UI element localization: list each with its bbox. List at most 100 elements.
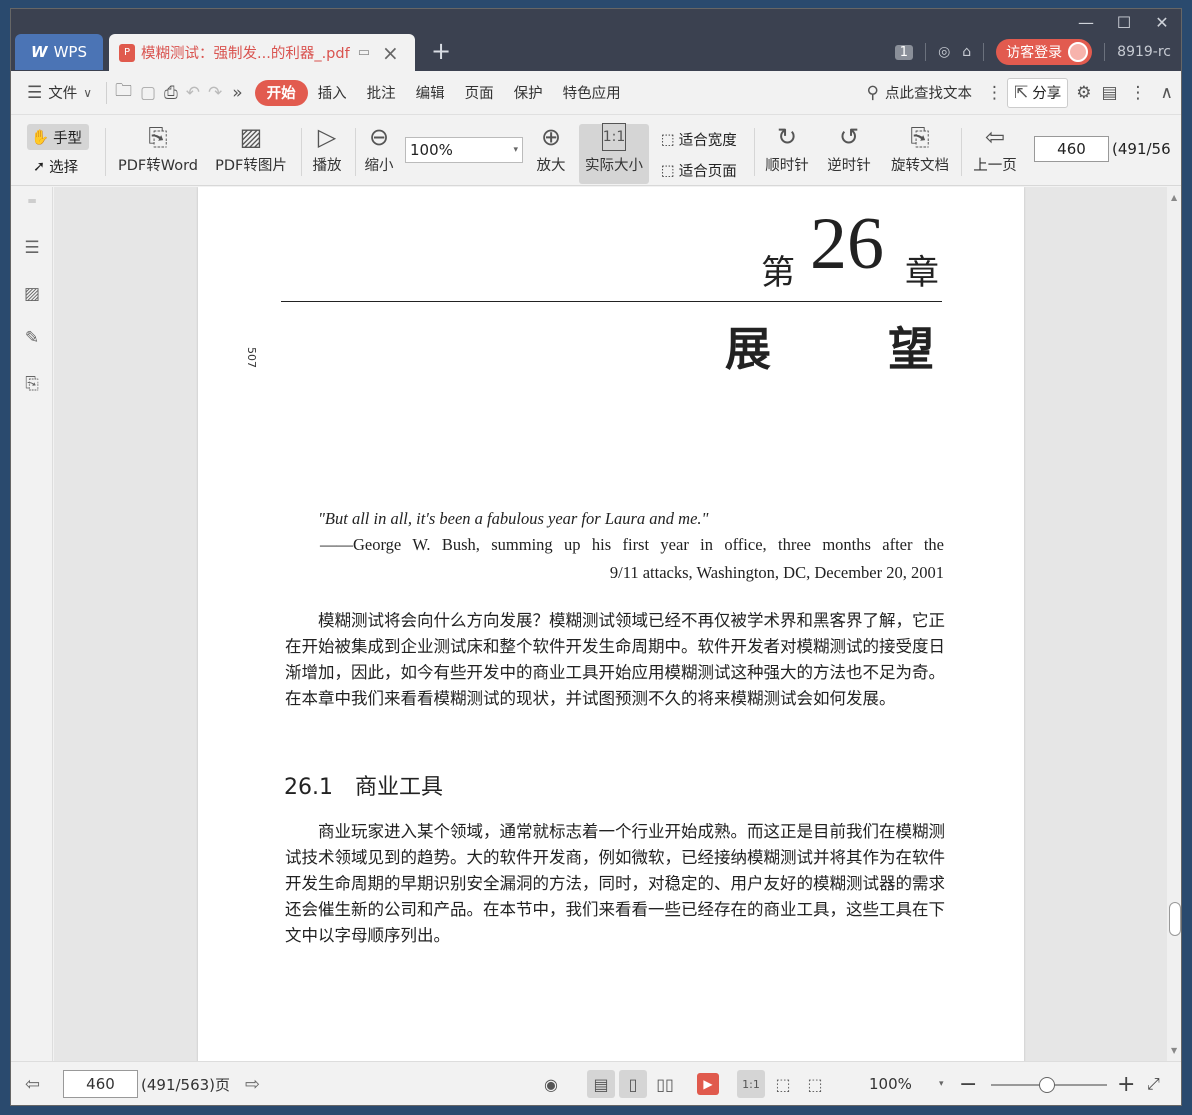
more-vertical-icon[interactable]: ⋮ bbox=[986, 83, 1003, 103]
close-window-icon[interactable]: ✕ bbox=[1143, 9, 1181, 35]
open-folder-icon[interactable]: 🗀 bbox=[111, 78, 136, 108]
fit-width-button[interactable]: ⬚ 适合宽度 bbox=[661, 129, 737, 150]
fit-width-status-icon[interactable]: ⬚ bbox=[801, 1070, 829, 1098]
zoom-level-select[interactable]: 100% ▾ bbox=[405, 137, 523, 163]
fit-page-button[interactable]: ⬚ 适合页面 bbox=[661, 160, 737, 181]
epigraph-attribution-line-2: 9/11 attacks, Washington, DC, December 2… bbox=[609, 563, 944, 582]
rotate-clockwise-button[interactable]: ↻ 顺时针 bbox=[759, 120, 815, 175]
chevron-down-icon: ∨ bbox=[83, 85, 93, 100]
divider bbox=[105, 128, 106, 176]
titlebar-right: 1 ◎ ⌂ 访客登录 8919-rc bbox=[894, 39, 1171, 65]
tab-document[interactable]: P 模糊测试：强制发...的利器_.pdf ▭ × bbox=[109, 34, 415, 71]
print-icon[interactable]: ⎙ bbox=[160, 78, 182, 108]
previous-page-button[interactable]: ⇦ 上一页 bbox=[967, 120, 1023, 175]
minimize-icon[interactable]: — bbox=[1067, 9, 1105, 35]
rotate-document-button[interactable]: ⎘ 旋转文档 bbox=[887, 120, 953, 175]
tab-protect[interactable]: 保护 bbox=[504, 78, 553, 108]
ribbon-toolbar: ✋ 手型 ➚ 选择 ⎘ PDF转Word ▨ PDF转图片 ▷ 播放 ⊖ 缩小 … bbox=[11, 116, 1181, 186]
maximize-icon[interactable]: ☐ bbox=[1105, 9, 1143, 35]
tab-page[interactable]: 页面 bbox=[455, 78, 504, 108]
fit-page-icon: ⬚ bbox=[661, 162, 675, 179]
select-label: 选择 bbox=[49, 160, 79, 176]
tab-wps-home[interactable]: W WPS bbox=[15, 34, 103, 70]
scrollbar-thumb[interactable] bbox=[1169, 902, 1181, 936]
tab-annotate[interactable]: 批注 bbox=[357, 78, 406, 108]
skin-icon[interactable]: ◎ bbox=[938, 44, 950, 60]
panel-handle-icon[interactable]: ═ bbox=[21, 194, 43, 208]
tab-insert[interactable]: 插入 bbox=[308, 78, 357, 108]
zoom-slider-knob[interactable] bbox=[1039, 1077, 1055, 1093]
zoom-in-label: 放大 bbox=[536, 158, 566, 174]
rotate-counterclockwise-button[interactable]: ↺ 逆时针 bbox=[821, 120, 877, 175]
divider bbox=[961, 128, 962, 176]
save-icon[interactable]: ▢ bbox=[136, 78, 160, 108]
close-tab-icon[interactable]: × bbox=[382, 41, 399, 65]
two-page-icon[interactable]: ▯▯ bbox=[651, 1070, 679, 1098]
single-page-icon[interactable]: ▯ bbox=[619, 1070, 647, 1098]
hand-tool-button[interactable]: ✋ 手型 bbox=[27, 124, 89, 150]
more-options-icon[interactable]: ⋮ bbox=[1130, 83, 1147, 103]
signature-icon[interactable]: ⎘ bbox=[21, 373, 43, 395]
status-page-input[interactable]: 460 bbox=[63, 1070, 138, 1098]
divider bbox=[1104, 43, 1106, 61]
chapter-rule bbox=[281, 301, 942, 302]
play-slideshow-icon[interactable]: ▶ bbox=[697, 1073, 719, 1095]
actual-size-button[interactable]: 1:1 实际大小 bbox=[579, 120, 649, 175]
workspace-badge[interactable]: 1 bbox=[894, 44, 914, 60]
actual-size-status-icon[interactable]: 1:1 bbox=[737, 1070, 765, 1098]
pdf-to-image-button[interactable]: ▨ PDF转图片 bbox=[211, 120, 291, 175]
collapse-ribbon-icon[interactable]: ∧ bbox=[1161, 83, 1173, 103]
fullscreen-icon[interactable]: ⤢ bbox=[1147, 1070, 1160, 1098]
fit-page-status-icon[interactable]: ⬚ bbox=[769, 1070, 797, 1098]
hand-icon: ✋ bbox=[31, 129, 50, 146]
continuous-scroll-icon[interactable]: ▤ bbox=[587, 1070, 615, 1098]
file-menu[interactable]: ☰ 文件 ∨ bbox=[11, 78, 102, 108]
intro-paragraph: 模糊测试将会向什么方向发展？模糊测试领域已经不再仅被学术界和黑客界了解，它正在开… bbox=[285, 611, 945, 708]
settings-gear-icon[interactable]: ⚙ bbox=[1076, 83, 1091, 103]
pdf-file-icon: P bbox=[119, 43, 135, 62]
zoom-dropdown-icon[interactable]: ▾ bbox=[939, 1070, 944, 1098]
more-chevrons-icon[interactable]: » bbox=[226, 78, 248, 108]
redo-icon[interactable]: ↷ bbox=[204, 78, 226, 108]
zoom-out-button[interactable]: ⊖ 缩小 bbox=[359, 120, 399, 175]
divider bbox=[983, 43, 985, 61]
new-tab-button[interactable]: + bbox=[431, 37, 451, 65]
share-button[interactable]: ⇱ 分享 bbox=[1006, 77, 1069, 108]
thumbnails-image-icon[interactable]: ▨ bbox=[21, 283, 43, 305]
shirt-icon[interactable]: ⌂ bbox=[962, 44, 971, 60]
tab-special[interactable]: 特色应用 bbox=[553, 78, 631, 108]
status-prev-page-icon[interactable]: ⇦ bbox=[25, 1070, 40, 1098]
zoom-minus-icon[interactable]: − bbox=[959, 1070, 977, 1098]
zoom-slider[interactable] bbox=[991, 1077, 1107, 1093]
left-arrow-icon: ⇦ bbox=[984, 123, 1006, 151]
file-menu-label: 文件 bbox=[48, 86, 78, 102]
zoom-in-icon: ⊕ bbox=[540, 123, 562, 151]
play-label: 播放 bbox=[312, 158, 342, 174]
scroll-up-icon[interactable]: ▲ bbox=[1171, 193, 1177, 202]
status-next-page-icon[interactable]: ⇨ bbox=[245, 1070, 260, 1098]
left-side-panel: ═ ☰ ▨ ✎ ⎘ bbox=[11, 187, 53, 1061]
vertical-scrollbar[interactable]: ▲ ▼ bbox=[1167, 187, 1181, 1061]
login-button[interactable]: 访客登录 bbox=[996, 39, 1093, 65]
tab-edit[interactable]: 编辑 bbox=[406, 78, 455, 108]
annotation-pen-icon[interactable]: ✎ bbox=[21, 327, 43, 349]
actual-size-label: 实际大小 bbox=[585, 158, 643, 174]
scroll-down-icon[interactable]: ▼ bbox=[1171, 1046, 1177, 1055]
outline-list-icon[interactable]: ☰ bbox=[21, 237, 43, 259]
zoom-in-button[interactable]: ⊕ 放大 bbox=[531, 120, 571, 175]
page-number-input[interactable]: 460 bbox=[1034, 136, 1109, 162]
document-viewport[interactable]: 第 26 章 展 望 507 "But all in all, it's bee… bbox=[54, 187, 1167, 1061]
chapter-number: 26 bbox=[810, 203, 884, 285]
find-text-button[interactable]: ⚲ 点此查找文本 bbox=[857, 78, 982, 108]
comment-icon[interactable]: ▤ bbox=[1101, 83, 1117, 103]
zoom-plus-icon[interactable]: + bbox=[1117, 1070, 1135, 1098]
epigraph-attribution-line-1: ——George W. Bush, summing up his first y… bbox=[320, 535, 944, 554]
pdf-to-word-button[interactable]: ⎘ PDF转Word bbox=[113, 120, 203, 175]
play-button[interactable]: ▷ 播放 bbox=[307, 120, 347, 175]
undo-icon[interactable]: ↶ bbox=[182, 78, 204, 108]
tab-start[interactable]: 开始 bbox=[254, 79, 308, 106]
select-tool-button[interactable]: ➚ 选择 bbox=[33, 156, 78, 177]
status-zoom-value[interactable]: 100% bbox=[869, 1070, 912, 1098]
monitor-icon[interactable]: ▭ bbox=[358, 45, 370, 60]
eye-protection-icon[interactable]: ◉ bbox=[537, 1070, 565, 1098]
